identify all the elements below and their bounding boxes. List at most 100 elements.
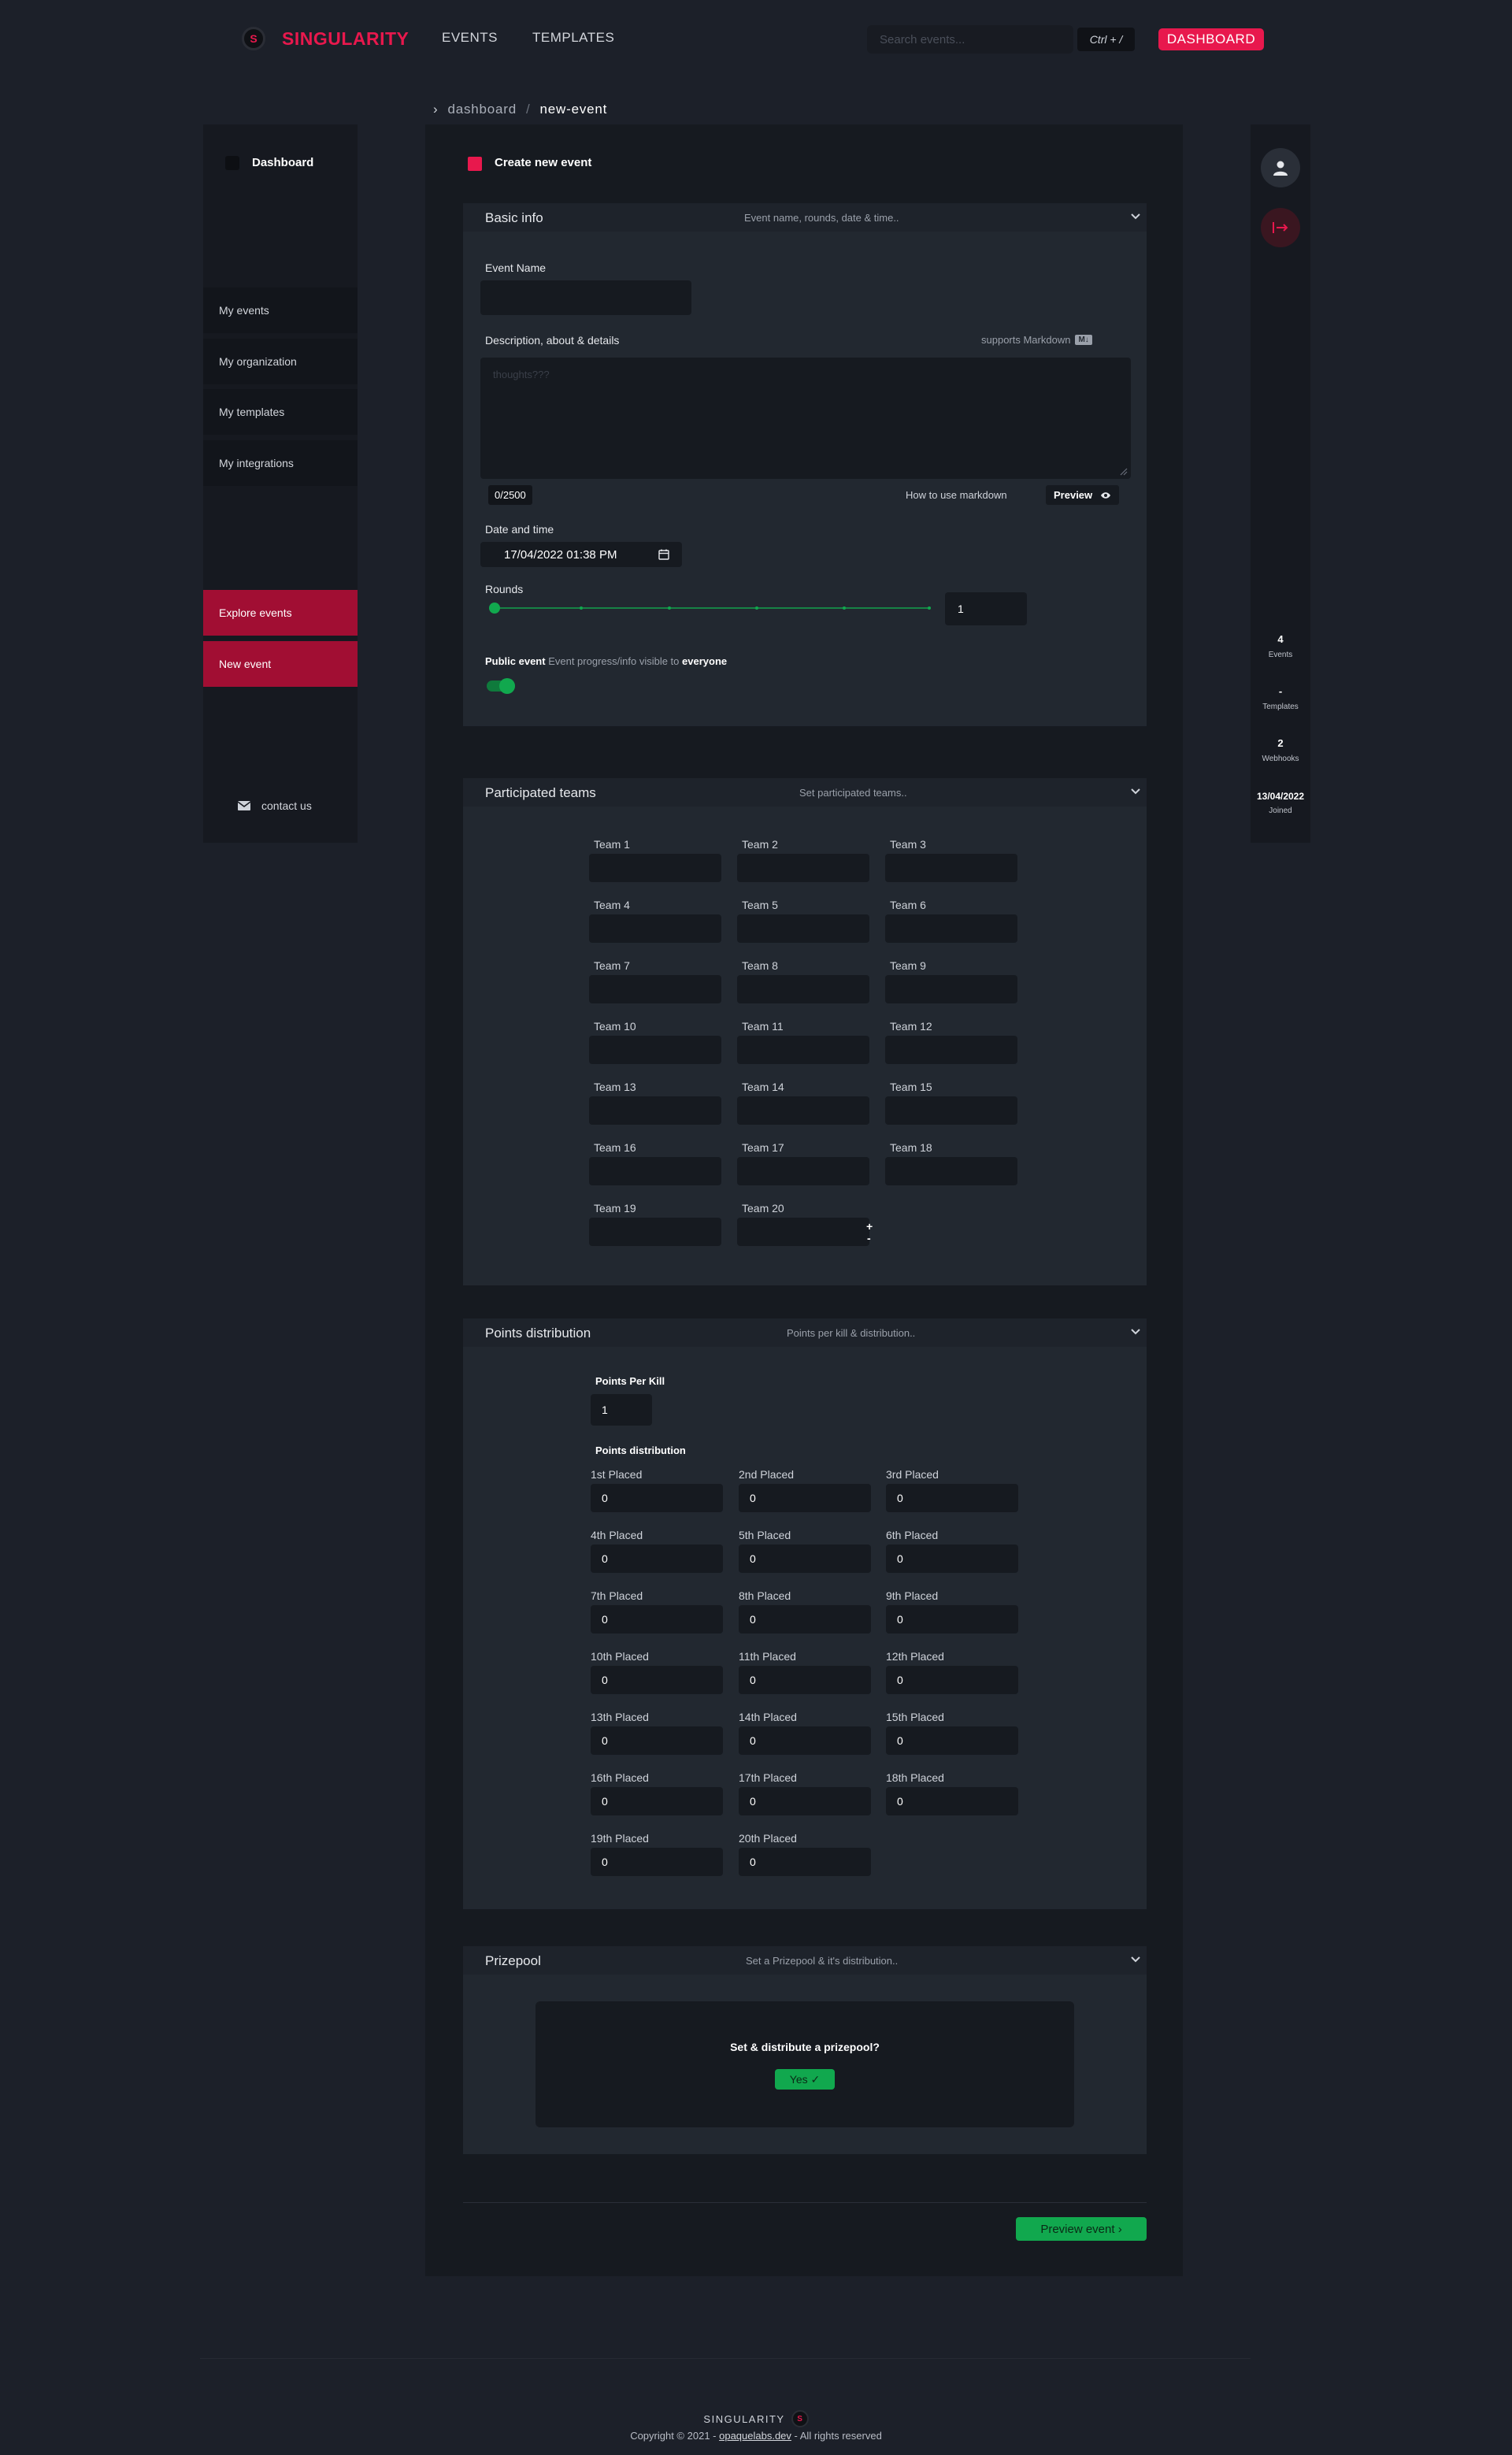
brand-logo-icon[interactable]: S [242,27,265,50]
team-name-input[interactable] [737,1036,869,1064]
chevron-down-icon[interactable] [1131,1329,1140,1335]
team-label: Team 20 [742,1202,784,1215]
chevron-down-icon[interactable] [1131,788,1140,795]
team-name-input[interactable] [737,1096,869,1125]
points-header[interactable]: Points distribution Points per kill & di… [463,1318,1147,1347]
place-points-input[interactable]: 0 [591,1848,723,1876]
place-points-input[interactable]: 0 [739,1726,871,1755]
place-points-input[interactable]: 0 [886,1484,1018,1512]
chevron-down-icon[interactable] [1131,213,1140,220]
team-name-input[interactable] [589,975,721,1003]
place-points-input[interactable]: 0 [739,1666,871,1694]
team-name-input[interactable] [737,914,869,943]
public-event-toggle[interactable] [487,678,515,694]
place-points-input[interactable]: 0 [591,1545,723,1573]
preview-event-button[interactable]: Preview event › [1016,2217,1147,2241]
user-avatar[interactable] [1261,148,1300,187]
place-points-input[interactable]: 0 [591,1605,723,1634]
place-points-input[interactable]: 0 [591,1787,723,1815]
place-points-input[interactable]: 0 [739,1484,871,1512]
place-points-input[interactable]: 0 [739,1605,871,1634]
contact-us-link[interactable]: contact us [238,799,312,812]
place-points-input[interactable]: 0 [886,1605,1018,1634]
event-name-input[interactable] [480,280,691,315]
basic-info-header[interactable]: Basic info Event name, rounds, date & ti… [463,203,1147,232]
footer-brand: SINGULARITY S [0,2410,1512,2427]
place-points-input[interactable]: 0 [886,1787,1018,1815]
team-label: Team 14 [742,1081,784,1093]
place-points-input[interactable]: 0 [591,1484,723,1512]
date-time-input[interactable]: 17/04/2022 01:38 PM [480,542,682,567]
remove-team-icon[interactable]: - [867,1232,871,1244]
teams-title: Participated teams [485,785,596,800]
nav-events-link[interactable]: EVENTS [442,30,498,46]
team-name-input[interactable] [589,914,721,943]
team-name-input[interactable] [589,1036,721,1064]
logout-icon [1273,222,1288,233]
team-name-input[interactable] [885,1157,1017,1185]
place-points-input[interactable]: 0 [886,1666,1018,1694]
team-name-input[interactable] [589,1096,721,1125]
team-label: Team 13 [594,1081,636,1093]
points-title: Points distribution [485,1326,591,1341]
footer-logo-icon: S [791,2410,809,2427]
page-title: Create new event [495,156,592,169]
teams-header[interactable]: Participated teams Set participated team… [463,778,1147,807]
calendar-icon[interactable] [658,549,669,560]
search-input[interactable]: Search events... [867,25,1073,54]
search-shortcut-badge: Ctrl + / [1077,28,1135,51]
footer-link[interactable]: opaquelabs.dev [719,2430,791,2442]
mail-icon [238,801,250,810]
rounds-slider[interactable] [489,603,931,614]
team-name-input[interactable] [589,1218,721,1246]
place-points-input[interactable]: 0 [886,1545,1018,1573]
sidebar-item-my-events[interactable]: My events [203,287,358,333]
events-count-label: Events [1268,651,1293,659]
sidebar-item-my-integrations[interactable]: My integrations [203,440,358,486]
place-points-input[interactable]: 0 [591,1726,723,1755]
sidebar-item-my-organization[interactable]: My organization [203,339,358,384]
chevron-down-icon[interactable] [1131,1956,1140,1963]
place-points-input[interactable]: 0 [739,1787,871,1815]
breadcrumb-dashboard-link[interactable]: dashboard [447,102,517,117]
place-points-input[interactable]: 0 [886,1726,1018,1755]
preview-markdown-button[interactable]: Preview [1046,485,1120,505]
description-textarea[interactable]: thoughts??? [480,358,1131,479]
place-points-input[interactable]: 0 [739,1545,871,1573]
slider-thumb[interactable] [489,603,500,614]
team-name-input[interactable] [885,975,1017,1003]
prizepool-yes-button[interactable]: Yes ✓ [775,2069,835,2090]
nav-templates-link[interactable]: TEMPLATES [532,30,614,46]
sidebar-item-my-templates[interactable]: My templates [203,389,358,435]
dashboard-button[interactable]: DASHBOARD [1158,28,1264,50]
team-name-input[interactable] [885,1096,1017,1125]
team-name-input[interactable] [885,854,1017,882]
team-name-input[interactable] [737,1157,869,1185]
add-team-icon[interactable]: + [866,1220,873,1233]
slider-tick [755,606,758,610]
place-points-input[interactable]: 0 [739,1848,871,1876]
points-per-kill-input[interactable]: 1 [591,1394,652,1426]
place-points-input[interactable]: 0 [591,1666,723,1694]
markdown-howto-link[interactable]: How to use markdown [906,489,1007,501]
brand-name[interactable]: SINGULARITY [282,28,409,50]
team-name-input[interactable] [737,975,869,1003]
rounds-input[interactable]: 1 [945,592,1027,625]
team-name-input[interactable] [589,1157,721,1185]
footer-copyright: Copyright © 2021 - opaquelabs.dev - All … [0,2430,1512,2442]
sidebar-explore-events-button[interactable]: Explore events [203,590,358,636]
sidebar-new-event-button[interactable]: New event [203,641,358,687]
team-name-input[interactable] [885,1036,1017,1064]
place-label: 18th Placed [886,1771,944,1784]
prizepool-header[interactable]: Prizepool Set a Prizepool & it's distrib… [463,1946,1147,1975]
teams-section: Participated teams Set participated team… [463,778,1147,1285]
team-name-input[interactable] [737,854,869,882]
team-name-input[interactable] [589,854,721,882]
team-name-input[interactable] [737,1218,869,1246]
team-name-input[interactable] [885,914,1017,943]
resize-handle-icon[interactable] [1120,468,1128,476]
eye-icon [1101,491,1111,499]
team-label: Team 10 [594,1020,636,1033]
logout-button[interactable] [1261,208,1300,247]
place-label: 1st Placed [591,1468,643,1481]
